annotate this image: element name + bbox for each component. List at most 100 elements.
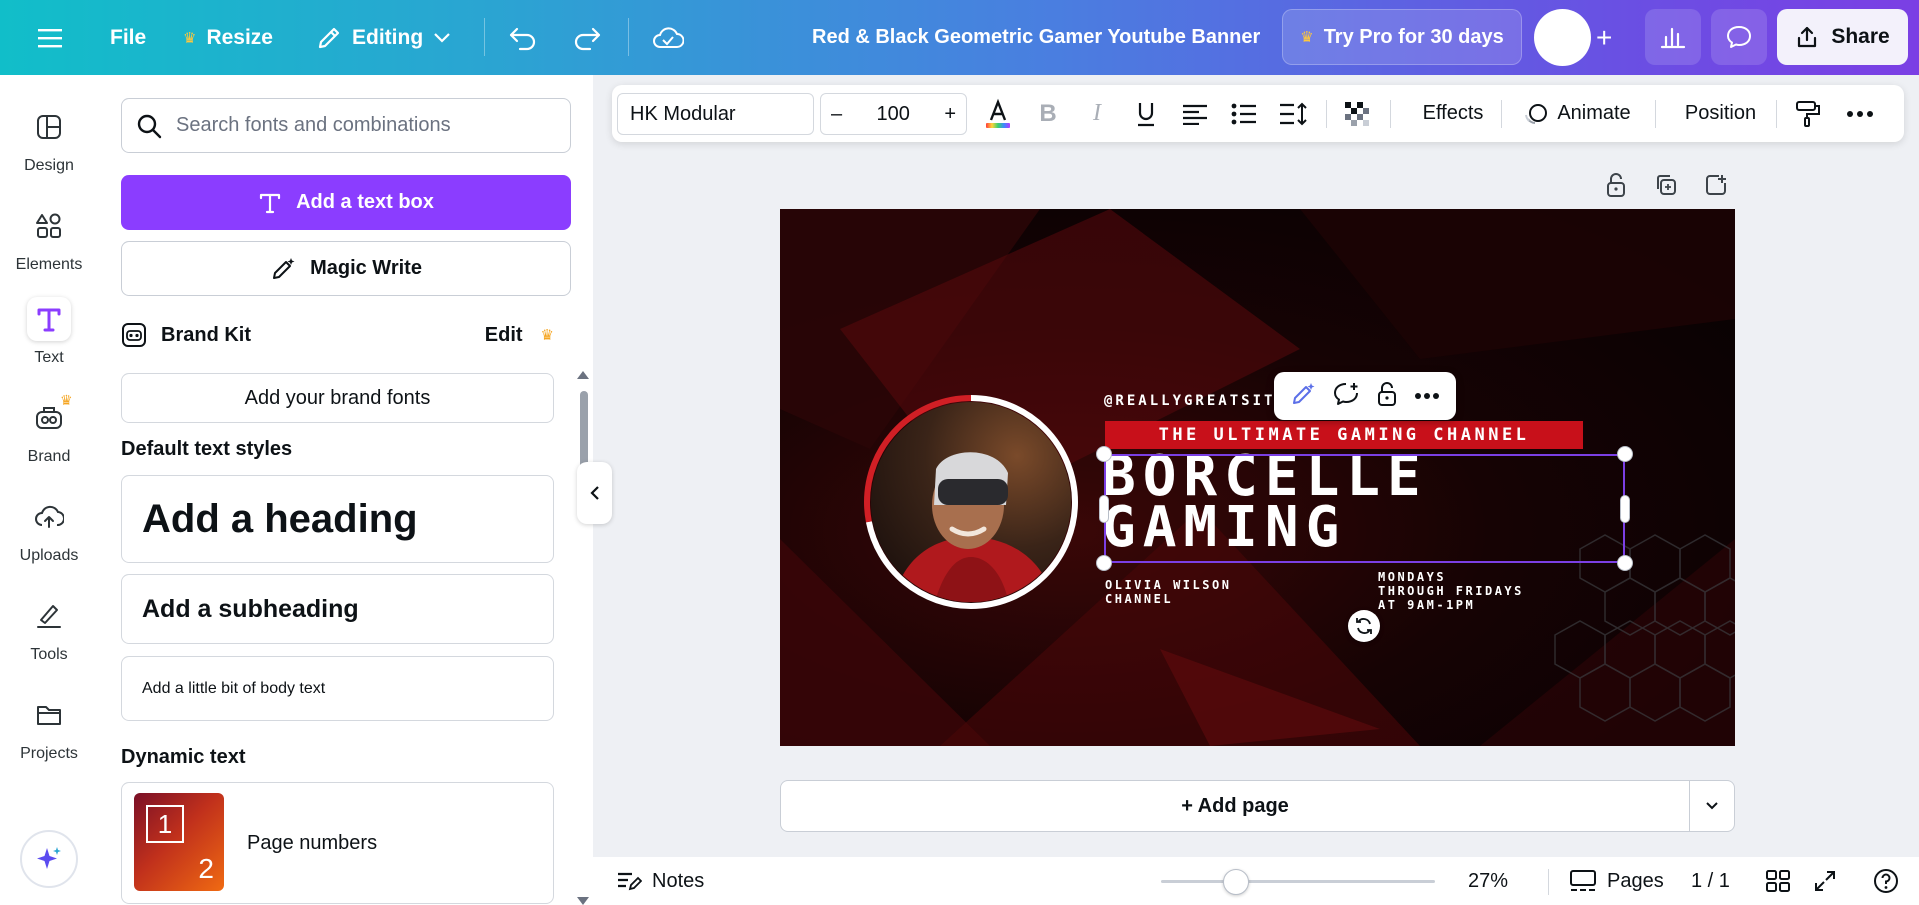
- magic-write-button[interactable]: Magic Write: [121, 241, 571, 296]
- nav-brand-label: Brand: [27, 448, 71, 465]
- paint-roller-icon: [1796, 100, 1820, 127]
- collapse-panel-button[interactable]: [577, 462, 612, 524]
- resize-handle-top-right[interactable]: [1617, 446, 1633, 462]
- document-title[interactable]: Red & Black Geometric Gamer Youtube Bann…: [812, 0, 1260, 75]
- effects-button[interactable]: Effects: [1403, 85, 1503, 142]
- add-page-icon: [1706, 175, 1726, 195]
- scroll-up-arrow[interactable]: [577, 371, 589, 379]
- list-button[interactable]: [1226, 85, 1262, 142]
- nav-projects[interactable]: Projects: [0, 693, 98, 763]
- file-menu[interactable]: File: [110, 0, 146, 75]
- add-page-label: + Add page: [1181, 794, 1289, 817]
- crown-icon: ♛: [60, 392, 73, 408]
- transparency-button[interactable]: [1339, 85, 1375, 142]
- share-button[interactable]: Share: [1777, 9, 1908, 65]
- lock-page-button[interactable]: [1601, 170, 1631, 200]
- spacing-button[interactable]: [1275, 85, 1311, 142]
- rotate-handle[interactable]: [1348, 610, 1380, 642]
- element-quick-toolbar: [1274, 372, 1456, 420]
- cloud-save-status[interactable]: [652, 0, 684, 75]
- help-button[interactable]: [1873, 857, 1899, 905]
- nav-uploads[interactable]: Uploads: [0, 495, 98, 565]
- text-color-button[interactable]: [980, 85, 1016, 142]
- duplicate-page-button[interactable]: [1651, 170, 1681, 200]
- add-text-box-button[interactable]: Add a text box: [121, 175, 571, 230]
- nav-brand[interactable]: ♛ Brand: [0, 392, 98, 466]
- undo-icon: [509, 27, 536, 50]
- folder-icon: [27, 693, 71, 737]
- bar-chart-icon: [1660, 27, 1686, 49]
- nav-elements[interactable]: Elements: [0, 204, 98, 274]
- text-format-toolbar: HK Modular – 100 + B I Effects Animate P…: [612, 85, 1904, 142]
- comments-button[interactable]: [1711, 9, 1767, 65]
- page-numbers-button[interactable]: 1 2 Page numbers: [121, 782, 554, 904]
- grid-icon: [1766, 870, 1790, 892]
- add-page-dropdown[interactable]: [1689, 781, 1734, 831]
- magic-assistant-button[interactable]: [20, 830, 78, 888]
- design-handle-text[interactable]: @REALLYGREATSITE: [1104, 393, 1287, 409]
- brand-kit-edit-link[interactable]: Edit: [485, 324, 523, 347]
- more-options-button[interactable]: [1838, 85, 1882, 142]
- increase-font-size-button[interactable]: +: [944, 103, 956, 126]
- add-body-text-label: Add a little bit of body text: [142, 679, 326, 697]
- undo-button[interactable]: [508, 0, 538, 75]
- add-page-bar: + Add page: [780, 780, 1735, 832]
- add-subheading-button[interactable]: Add a subheading: [121, 574, 554, 644]
- zoom-slider-handle[interactable]: [1223, 869, 1249, 895]
- element-more-button[interactable]: [1414, 387, 1440, 405]
- underline-button[interactable]: [1128, 85, 1164, 142]
- duplicate-icon: [1657, 175, 1676, 195]
- resize-handle-left[interactable]: [1099, 495, 1109, 523]
- zoom-slider-track[interactable]: [1161, 880, 1435, 883]
- menu-icon[interactable]: [38, 0, 64, 75]
- grid-view-button[interactable]: [1765, 857, 1791, 905]
- editing-mode-dropdown[interactable]: Editing: [316, 0, 451, 75]
- align-button[interactable]: [1177, 85, 1213, 142]
- font-family-value: HK Modular: [630, 102, 736, 125]
- resize-handle-bottom-right[interactable]: [1617, 555, 1633, 571]
- pages-button[interactable]: Pages: [1569, 857, 1664, 905]
- design-schedule-text[interactable]: MONDAYS THROUGH FRIDAYS AT 9AM-1PM: [1378, 570, 1524, 612]
- font-size-value[interactable]: 100: [877, 103, 910, 126]
- add-collaborator-button[interactable]: +: [1596, 0, 1612, 75]
- default-text-styles-title: Default text styles: [121, 438, 293, 460]
- italic-button[interactable]: I: [1079, 85, 1115, 142]
- scroll-down-arrow[interactable]: [577, 897, 589, 905]
- resize-button[interactable]: ♛ Resize: [183, 0, 273, 75]
- nav-tools[interactable]: Tools: [0, 594, 98, 664]
- add-brand-fonts-button[interactable]: Add your brand fonts: [121, 373, 554, 423]
- add-page-button[interactable]: + Add page: [781, 781, 1689, 831]
- comment-icon: [1727, 26, 1751, 48]
- add-page-top-button[interactable]: [1701, 170, 1731, 200]
- decrease-font-size-button[interactable]: –: [831, 103, 842, 126]
- fullscreen-button[interactable]: [1813, 857, 1837, 905]
- try-pro-button[interactable]: ♛ Try Pro for 30 days: [1282, 9, 1522, 65]
- add-comment-button[interactable]: [1332, 381, 1360, 412]
- animate-label: Animate: [1557, 102, 1631, 124]
- add-heading-button[interactable]: Add a heading: [121, 475, 554, 563]
- avatar[interactable]: [1534, 9, 1591, 66]
- bold-button[interactable]: B: [1030, 85, 1066, 142]
- resize-handle-right[interactable]: [1620, 495, 1630, 523]
- notes-button[interactable]: Notes: [616, 857, 704, 905]
- position-button[interactable]: Position: [1668, 85, 1773, 142]
- document-title-text: Red & Black Geometric Gamer Youtube Bann…: [812, 26, 1261, 48]
- lock-element-button[interactable]: [1376, 381, 1398, 412]
- bottom-bar: Notes 27% Pages 1 / 1: [593, 857, 1919, 905]
- font-search-input[interactable]: Search fonts and combinations: [121, 98, 571, 153]
- add-body-text-button[interactable]: Add a little bit of body text: [121, 656, 554, 721]
- redo-button[interactable]: [572, 0, 602, 75]
- zoom-level-button[interactable]: 27%: [1468, 857, 1508, 905]
- copy-style-button[interactable]: [1790, 85, 1826, 142]
- design-owner-text[interactable]: OLIVIA WILSON CHANNEL: [1105, 578, 1231, 606]
- insights-button[interactable]: [1645, 9, 1701, 65]
- nav-text[interactable]: Text: [0, 297, 98, 367]
- animate-button[interactable]: Animate: [1512, 85, 1642, 142]
- nav-design[interactable]: Design: [0, 105, 98, 175]
- resize-handle-top-left[interactable]: [1096, 446, 1112, 462]
- schedule-line2: THROUGH FRIDAYS: [1378, 584, 1524, 598]
- resize-handle-bottom-left[interactable]: [1096, 555, 1112, 571]
- magic-edit-button[interactable]: [1290, 381, 1316, 412]
- font-family-dropdown[interactable]: HK Modular: [617, 93, 814, 135]
- crown-icon: ♛: [183, 29, 197, 47]
